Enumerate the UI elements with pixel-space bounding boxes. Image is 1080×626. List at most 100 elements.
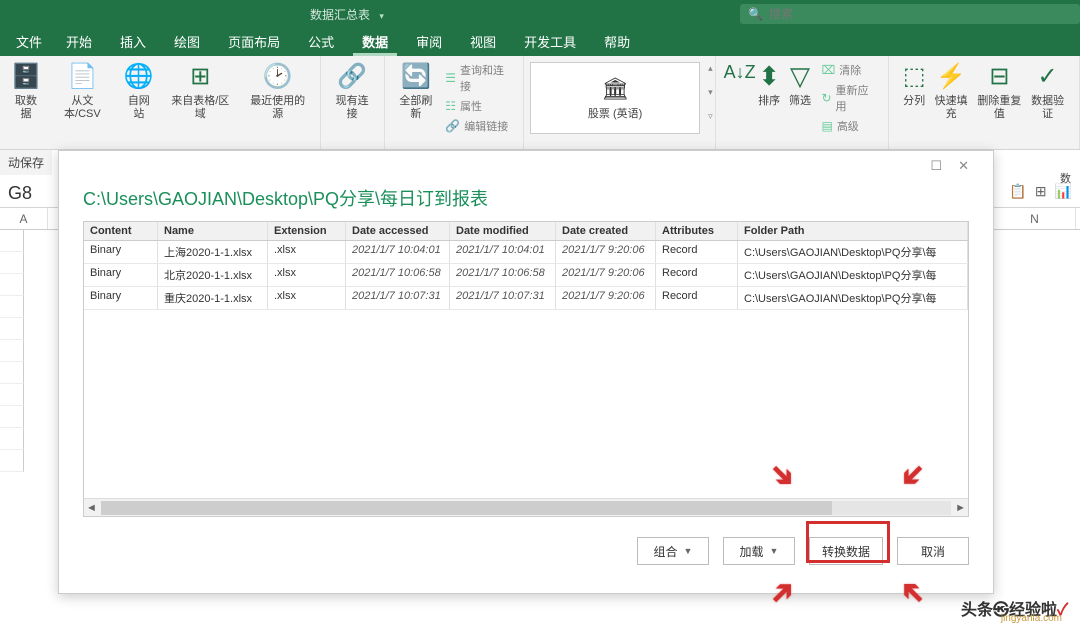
row-header[interactable] xyxy=(0,274,24,296)
tab-help[interactable]: 帮助 xyxy=(590,27,644,56)
expand-icon[interactable]: ▿ xyxy=(708,111,713,122)
tab-view[interactable]: 视图 xyxy=(456,27,510,56)
cell-attrs: Record xyxy=(656,287,738,309)
globe-icon: 🌐 xyxy=(123,61,155,93)
cell-name: 北京2020-1-1.xlsx xyxy=(158,264,268,286)
advanced-button[interactable]: ▤高级 xyxy=(821,117,877,135)
tab-formulas[interactable]: 公式 xyxy=(294,27,348,56)
from-web-button[interactable]: 🌐自网站 xyxy=(123,61,155,120)
col-attrs[interactable]: Attributes xyxy=(656,222,738,240)
properties-button[interactable]: ☷属性 xyxy=(445,97,513,115)
search-input[interactable] xyxy=(769,7,1072,21)
sort-button[interactable]: ⬍排序 xyxy=(754,61,785,146)
get-data-button[interactable]: 🗄️取数据 xyxy=(10,61,42,120)
col-a[interactable]: A xyxy=(0,208,48,229)
row-header[interactable] xyxy=(0,296,24,318)
props-label: 属性 xyxy=(460,98,482,114)
minimize-icon[interactable]: ☐ xyxy=(930,158,942,174)
table-row[interactable]: Binary 重庆2020-1-1.xlsx .xlsx 2021/1/7 10… xyxy=(84,287,968,310)
stocks-datatype[interactable]: 🏛 股票 (英语) xyxy=(530,62,700,134)
file-icon: 📄 xyxy=(66,61,98,93)
row-header[interactable] xyxy=(0,340,24,362)
sort-asc-button[interactable]: A↓Z xyxy=(726,61,754,146)
table-icon: ⊞ xyxy=(184,61,216,93)
advanced-label: 高级 xyxy=(837,118,859,134)
dialog-footer: 组合▼ 加载▼ 转换数据 取消 xyxy=(83,537,969,565)
row-header[interactable] xyxy=(0,428,24,450)
tab-insert[interactable]: 插入 xyxy=(106,27,160,56)
scroll-left-icon[interactable]: ◄ xyxy=(86,502,97,514)
preview-table: Content Name Extension Date accessed Dat… xyxy=(83,221,969,517)
clear-icon: ⌧ xyxy=(821,63,835,77)
cell-accessed: 2021/1/7 10:04:01 xyxy=(346,241,450,263)
tab-file[interactable]: 文件 xyxy=(6,27,52,56)
row-header[interactable] xyxy=(0,318,24,340)
refresh-all-button[interactable]: 🔄全部刷新 xyxy=(395,61,438,120)
row-header[interactable] xyxy=(0,230,24,252)
reapply-button[interactable]: ↻重新应用 xyxy=(821,81,877,115)
cell-path: C:\Users\GAOJIAN\Desktop\PQ分享\每 xyxy=(738,264,968,286)
clear-button[interactable]: ⌧清除 xyxy=(821,61,877,79)
tab-draw[interactable]: 绘图 xyxy=(160,27,214,56)
transform-button[interactable]: 转换数据 xyxy=(809,537,883,565)
title-bar: 数据汇总表 ▾ 🔍 xyxy=(0,0,1080,28)
load-button[interactable]: 加载▼ xyxy=(723,537,795,565)
flash-fill-button[interactable]: ⚡快速填充 xyxy=(930,61,973,146)
row-header[interactable] xyxy=(0,252,24,274)
from-table-button[interactable]: ⊞来自表格/区域 xyxy=(167,61,234,120)
cell-modified: 2021/1/7 10:07:31 xyxy=(450,287,556,309)
combine-button[interactable]: 组合▼ xyxy=(637,537,709,565)
search-box[interactable]: 🔍 xyxy=(740,4,1080,24)
cancel-button[interactable]: 取消 xyxy=(897,537,969,565)
remove-dup-button[interactable]: ⊟删除重复值 xyxy=(973,61,1027,146)
dropdown-arrow-icon[interactable]: ▾ xyxy=(379,11,384,21)
col-name[interactable]: Name xyxy=(158,222,268,240)
col-accessed[interactable]: Date accessed xyxy=(346,222,450,240)
scroll-track[interactable] xyxy=(101,501,951,515)
existing-label: 现有连接 xyxy=(331,95,374,120)
group-sort-filter: A↓Z ⬍排序 ▽筛选 ⌧清除 ↻重新应用 ▤高级 xyxy=(716,56,889,149)
down-arrow-icon[interactable]: ▾ xyxy=(708,87,713,98)
links-icon: 🔗 xyxy=(445,119,460,133)
col-n[interactable]: N xyxy=(994,208,1076,229)
table-row[interactable]: Binary 北京2020-1-1.xlsx .xlsx 2021/1/7 10… xyxy=(84,264,968,287)
row-header[interactable] xyxy=(0,406,24,428)
existing-conn-button[interactable]: 🔗现有连接 xyxy=(331,61,374,120)
tab-home[interactable]: 开始 xyxy=(52,27,106,56)
col-created[interactable]: Date created xyxy=(556,222,656,240)
gallery-arrows[interactable]: ▴ ▾ ▿ xyxy=(706,56,715,128)
row-header[interactable] xyxy=(0,362,24,384)
col-content[interactable]: Content xyxy=(84,222,158,240)
edit-links-button[interactable]: 🔗编辑链接 xyxy=(445,117,513,135)
dedup-icon: ⊟ xyxy=(983,61,1015,93)
scroll-thumb[interactable] xyxy=(101,501,832,515)
scroll-right-icon[interactable]: ► xyxy=(955,502,966,514)
tab-developer[interactable]: 开发工具 xyxy=(510,27,590,56)
table-pane-icon[interactable]: ⊞ xyxy=(1035,183,1047,200)
table-row[interactable]: Binary 上海2020-1-1.xlsx .xlsx 2021/1/7 10… xyxy=(84,241,968,264)
chart-pane-icon[interactable]: 📊 xyxy=(1055,183,1072,200)
from-csv-button[interactable]: 📄从文本/CSV xyxy=(54,61,111,120)
col-modified[interactable]: Date modified xyxy=(450,222,556,240)
cell-modified: 2021/1/7 10:06:58 xyxy=(450,264,556,286)
row-header[interactable] xyxy=(0,384,24,406)
text-to-columns-button[interactable]: ⬚分列 xyxy=(899,61,930,146)
data-val-button[interactable]: ✓数据验证 xyxy=(1026,61,1069,146)
workbook-name-text: 数据汇总表 xyxy=(310,8,370,22)
table-body: Binary 上海2020-1-1.xlsx .xlsx 2021/1/7 10… xyxy=(84,241,968,498)
up-arrow-icon[interactable]: ▴ xyxy=(708,63,713,74)
recent-button[interactable]: 🕑最近使用的源 xyxy=(246,61,310,120)
row-header[interactable] xyxy=(0,450,24,472)
tab-data[interactable]: 数据 xyxy=(348,27,402,56)
name-box[interactable]: G8 xyxy=(0,180,50,207)
filter-button[interactable]: ▽筛选 xyxy=(785,61,816,146)
database-icon: 🗄️ xyxy=(10,61,42,93)
h-scrollbar[interactable]: ◄ ► xyxy=(84,498,968,516)
col-path[interactable]: Folder Path xyxy=(738,222,968,240)
queries-button[interactable]: ☰查询和连接 xyxy=(445,61,513,95)
col-ext[interactable]: Extension xyxy=(268,222,346,240)
tab-layout[interactable]: 页面布局 xyxy=(214,27,294,56)
close-icon[interactable]: ✕ xyxy=(958,158,969,174)
tab-review[interactable]: 审阅 xyxy=(402,27,456,56)
queries-pane-icon[interactable]: 📋 xyxy=(1009,183,1026,200)
